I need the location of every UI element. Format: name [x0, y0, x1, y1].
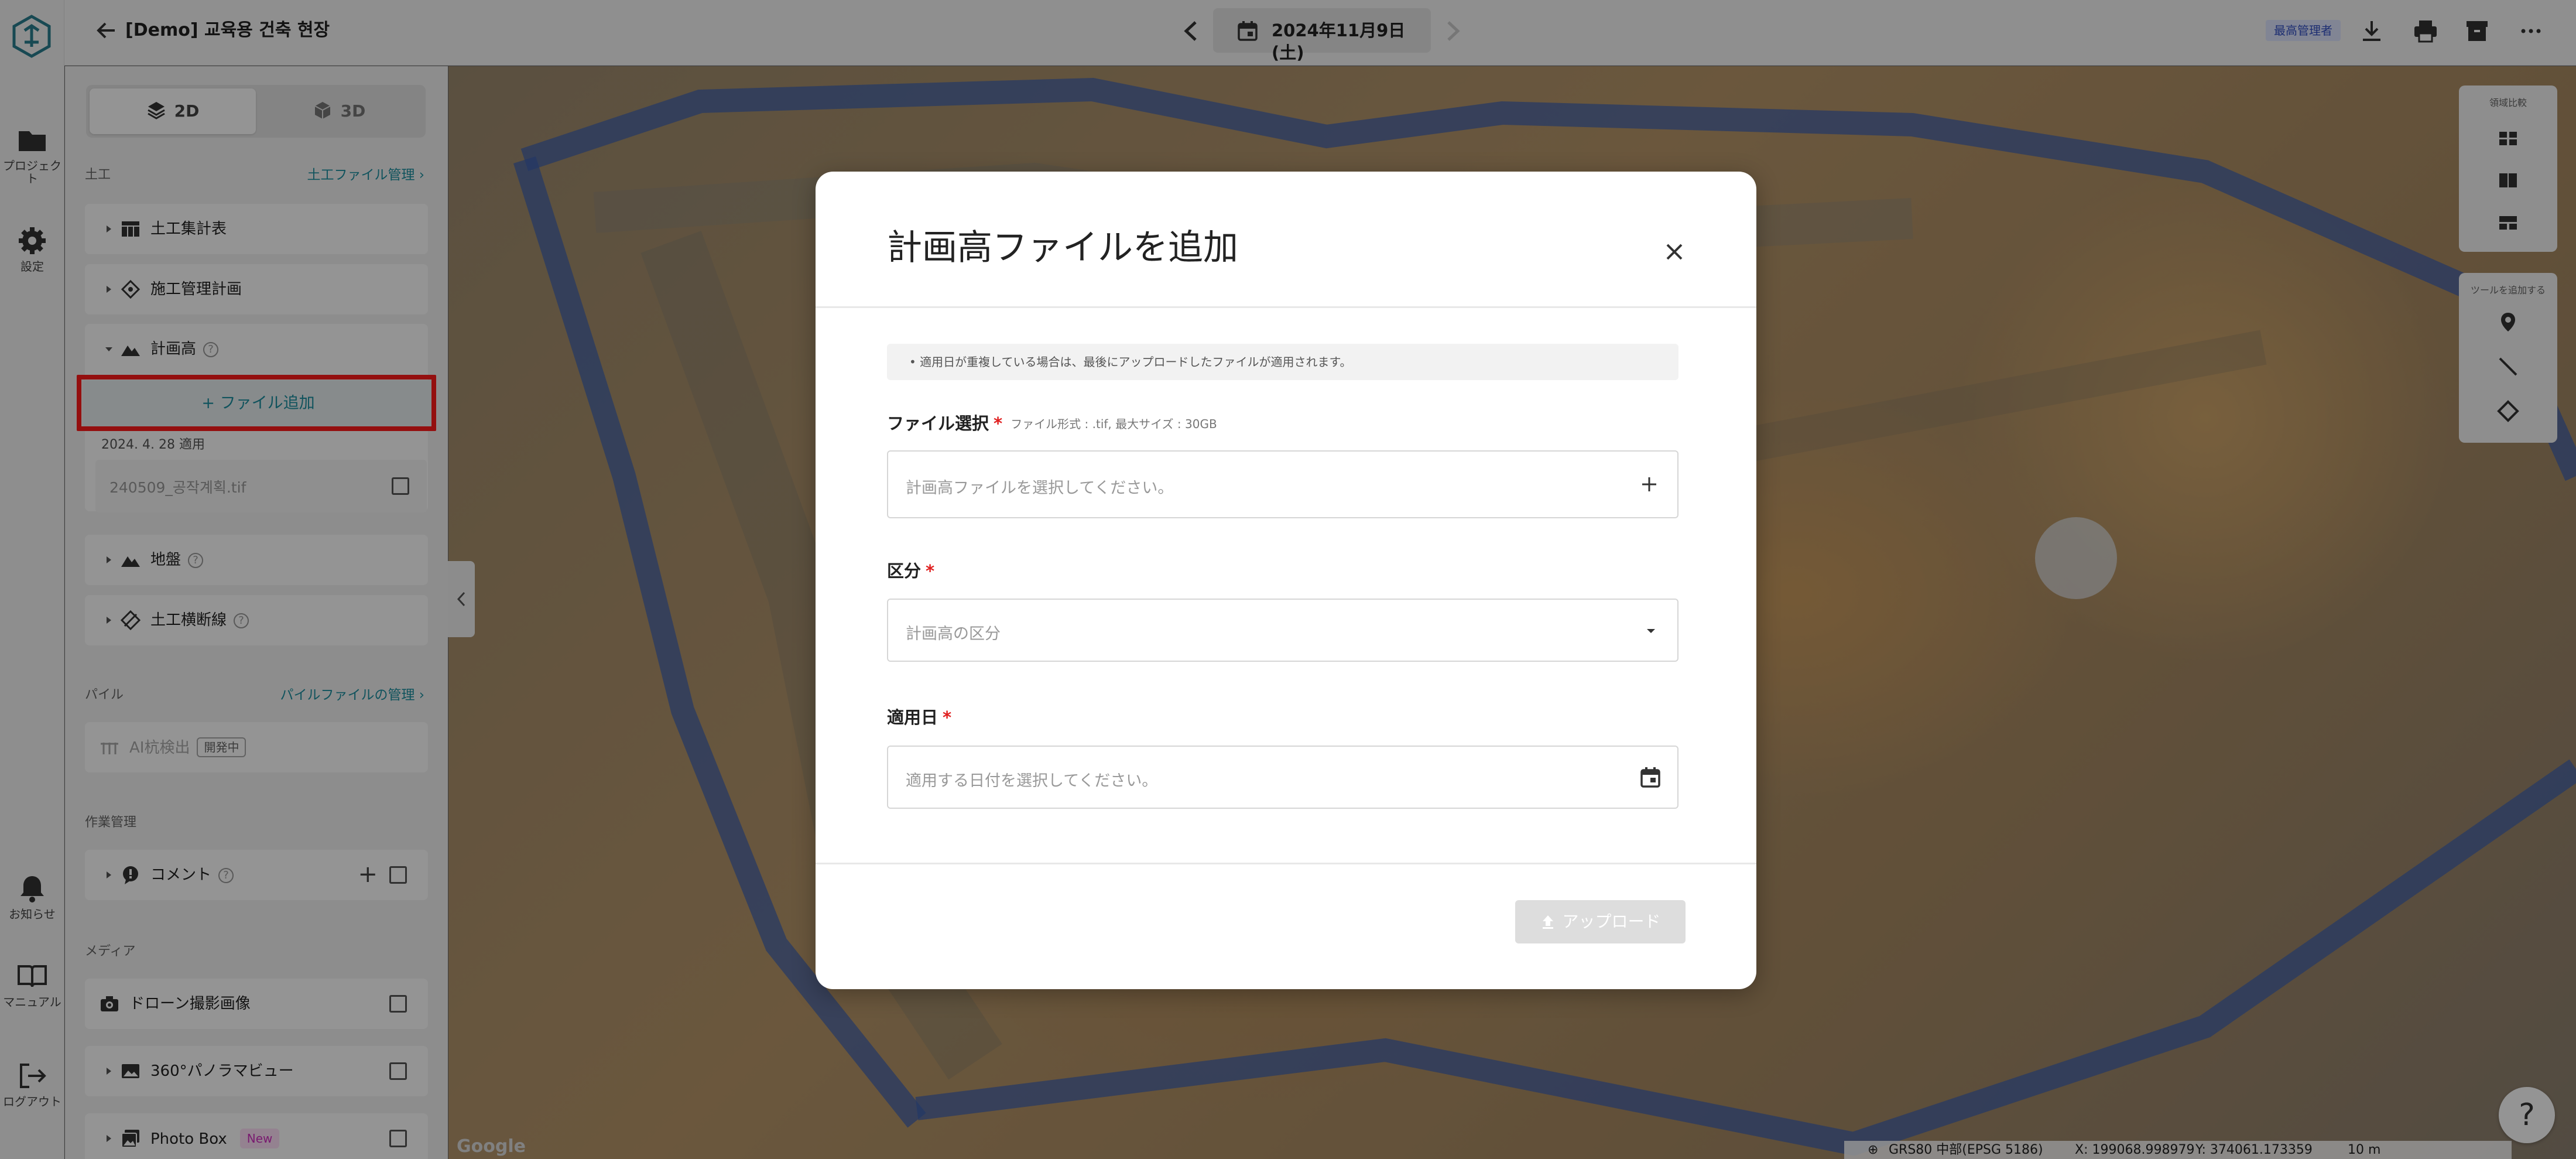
calendar-icon[interactable]	[1639, 765, 1662, 789]
file-format-hint: ファイル形式 : .tif, 最大サイズ : 30GB	[1010, 417, 1217, 431]
file-select-label: ファイル選択 * ファイル形式 : .tif, 最大サイズ : 30GB	[887, 412, 1217, 436]
file-select-placeholder: 計画高ファイルを選択してください。	[906, 479, 1174, 497]
category-select[interactable]: 計画高の区分	[887, 599, 1678, 662]
category-placeholder: 計画高の区分	[906, 625, 1001, 643]
upload-button-label: アップロード	[1562, 912, 1661, 931]
required-mark: *	[926, 561, 935, 581]
add-design-height-file-dialog: 計画高ファイルを追加 • 適用日が重複している場合は、最後にアップロードしたファ…	[816, 172, 1756, 989]
dialog-title: 計画高ファイルを追加	[887, 227, 1238, 268]
required-mark: *	[994, 413, 1003, 433]
file-select-input[interactable]: 計画高ファイルを選択してください。	[887, 450, 1678, 518]
apply-date-placeholder: 適用する日付を選択してください。	[906, 772, 1158, 790]
category-label: 区分 *	[887, 559, 934, 583]
dialog-header-divider	[816, 306, 1756, 308]
chevron-down-icon	[1647, 629, 1655, 633]
apply-date-label-text: 適用日	[887, 707, 938, 727]
apply-date-label: 適用日 *	[887, 706, 951, 729]
dialog-footer-divider	[816, 863, 1756, 864]
upload-button[interactable]: アップロード	[1515, 900, 1686, 943]
category-label-text: 区分	[887, 561, 922, 581]
upload-icon	[1543, 915, 1554, 929]
close-icon[interactable]	[1663, 240, 1686, 264]
plus-icon[interactable]	[1639, 474, 1660, 495]
dialog-notice: • 適用日が重複している場合は、最後にアップロードしたファイルが適用されます。	[887, 344, 1678, 380]
required-mark: *	[943, 707, 952, 727]
apply-date-input[interactable]: 適用する日付を選択してください。	[887, 746, 1678, 809]
file-select-label-text: ファイル選択	[887, 413, 989, 433]
